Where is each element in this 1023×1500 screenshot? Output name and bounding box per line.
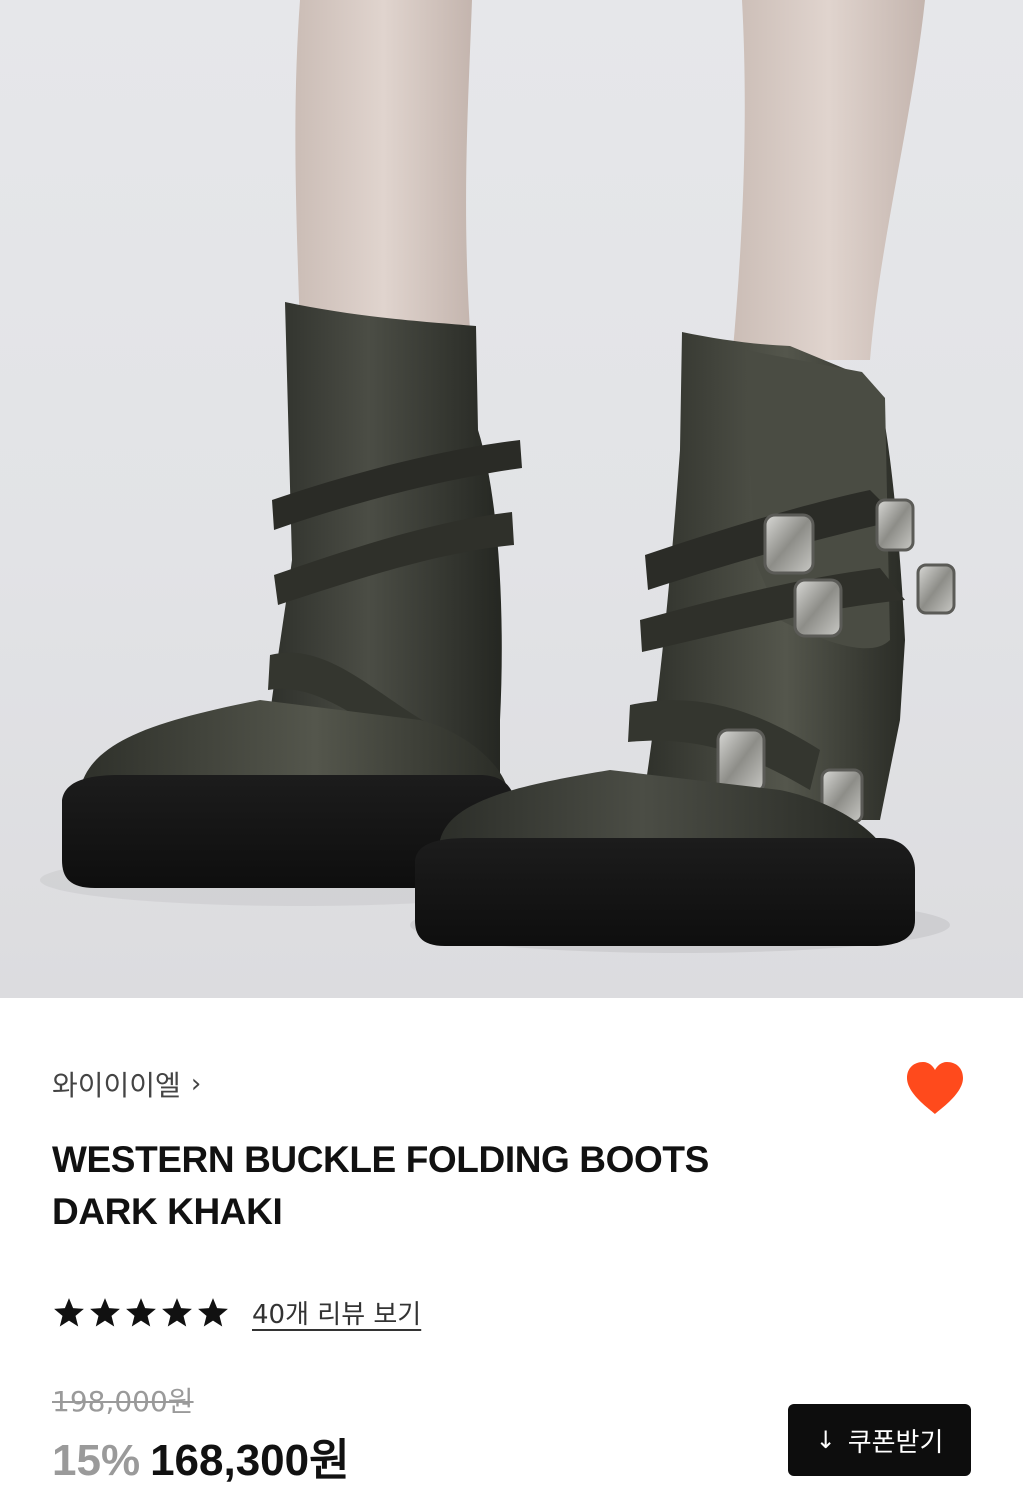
- product-title: WESTERN BUCKLE FOLDING BOOTS DARK KHAKI: [52, 1134, 812, 1238]
- product-title-line-2: DARK KHAKI: [52, 1191, 283, 1232]
- discount-rate: 15%: [52, 1436, 141, 1485]
- star-icon: [54, 1297, 84, 1326]
- wishlist-button[interactable]: [903, 1058, 967, 1118]
- star-icon: [162, 1297, 192, 1326]
- review-link[interactable]: 40개 리뷰 보기: [252, 1294, 421, 1331]
- price-row: 15% 168,300원: [52, 1424, 350, 1488]
- product-info-panel: 와이이이엘 › WESTERN BUCKLE FOLDING BOOTS DAR…: [0, 998, 1023, 1500]
- coupon-button[interactable]: ↓ 쿠폰받기: [788, 1404, 971, 1476]
- original-price: 198,000원: [52, 1385, 194, 1418]
- brand-link[interactable]: 와이이이엘 ›: [52, 1064, 201, 1104]
- star-icon: [126, 1297, 156, 1326]
- product-image[interactable]: [0, 0, 1023, 998]
- download-arrow-icon: ↓: [815, 1426, 836, 1454]
- rating-stars: [52, 1296, 230, 1330]
- rating-row: 40개 리뷰 보기: [52, 1294, 421, 1331]
- sale-price: 168,300원: [150, 1436, 350, 1485]
- product-title-line-1: WESTERN BUCKLE FOLDING BOOTS: [52, 1139, 709, 1180]
- coupon-button-label: 쿠폰받기: [847, 1427, 944, 1458]
- star-icon: [90, 1297, 120, 1326]
- brand-name: 와이이이엘: [52, 1069, 181, 1102]
- star-icon: [198, 1297, 228, 1326]
- boots-photo: [40, 0, 956, 953]
- chevron-right-icon: ›: [190, 1069, 202, 1099]
- heart-icon: [907, 1062, 963, 1114]
